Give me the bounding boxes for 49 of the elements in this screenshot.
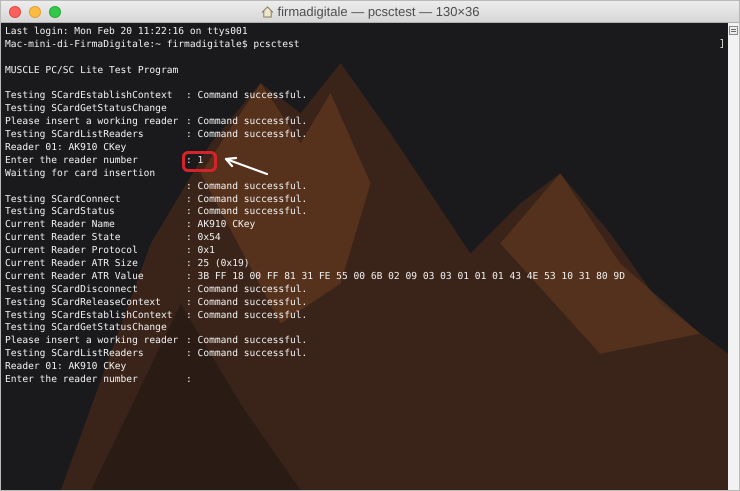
arrow-icon [222, 154, 268, 175]
terminal-text: : Command successful. [186, 206, 308, 220]
terminal-text: Enter the reader number [5, 154, 139, 168]
terminal-text: Testing SCardGetStatusChange [5, 322, 167, 336]
terminal-text: : Command successful. [186, 296, 308, 310]
cursor-mark [720, 39, 723, 48]
terminal-text: : Command successful. [186, 310, 308, 322]
terminal-text: Testing SCardStatus [5, 206, 116, 220]
minimize-button[interactable] [29, 6, 41, 18]
terminal-text: Please insert a working reader [5, 116, 180, 130]
terminal-text: Current Reader ATR Value [5, 270, 145, 284]
terminal-text: : Command successful. [186, 284, 308, 297]
terminal-text: Testing SCardDisconnect [5, 284, 139, 297]
terminal-text: Waiting for card insertion [5, 168, 156, 181]
terminal-text: : 25 (0x19) [186, 258, 250, 271]
terminal-text: MUSCLE PC/SC Lite Test Program [5, 64, 178, 78]
terminal-text: Current Reader Name [5, 219, 116, 232]
zoom-button[interactable] [49, 6, 61, 18]
terminal-text: Enter the reader number [5, 374, 139, 387]
terminal-text: Testing SCardGetStatusChange [5, 103, 167, 116]
terminal-text: Current Reader ATR Size [5, 258, 139, 271]
terminal-text: Testing SCardEstablishContext [5, 90, 174, 104]
terminal-text: Testing SCardListReaders [5, 129, 145, 142]
terminal-text: : Command successful. [186, 129, 308, 142]
terminal-text: Reader 01: AK910 CKey [5, 142, 126, 155]
close-button[interactable] [9, 6, 21, 18]
terminal-text: Testing SCardConnect [5, 194, 122, 206]
window-title: firmadigitale — pcsctest — 130×36 [278, 4, 480, 19]
terminal-text: Current Reader Protocol [5, 245, 139, 258]
terminal-text: : AK910 CKey [186, 219, 256, 232]
terminal-text: Testing SCardEstablishContext [5, 310, 174, 322]
terminal-text: Please insert a working reader [5, 335, 180, 348]
terminal-text: Testing SCardReleaseContext [5, 296, 162, 310]
terminal-text: : Command successful. [186, 348, 308, 362]
house-icon [260, 6, 274, 18]
terminal-text: : [186, 374, 192, 387]
terminal-text: : 3B FF 18 00 FF 81 31 FE 55 00 6B 02 09 03 03 01 01 01 43 4E 53 10 31 80 9D [186, 270, 625, 284]
terminal-text: Current Reader State [5, 232, 122, 246]
terminal-text: : Command successful. [186, 180, 308, 194]
terminal-text: : Command successful. [186, 194, 308, 206]
terminal-text: Mac-mini-di-FirmaDigitale:~ firmadigitale$ pcsctest [5, 38, 300, 52]
terminal-text: : Command successful. [186, 116, 308, 130]
terminal-text: : Command successful. [186, 90, 308, 104]
terminal-text: : 0x1 [186, 245, 215, 258]
terminal-text: : Command successful. [186, 335, 308, 348]
terminal-text: Testing SCardListReaders [5, 348, 145, 362]
terminal-text: Last login: Mon Feb 20 11:22:16 on ttys001 [5, 26, 248, 39]
terminal-text: : 0x54 [186, 232, 221, 246]
terminal-text: Reader 01: AK910 CKey [5, 361, 126, 374]
